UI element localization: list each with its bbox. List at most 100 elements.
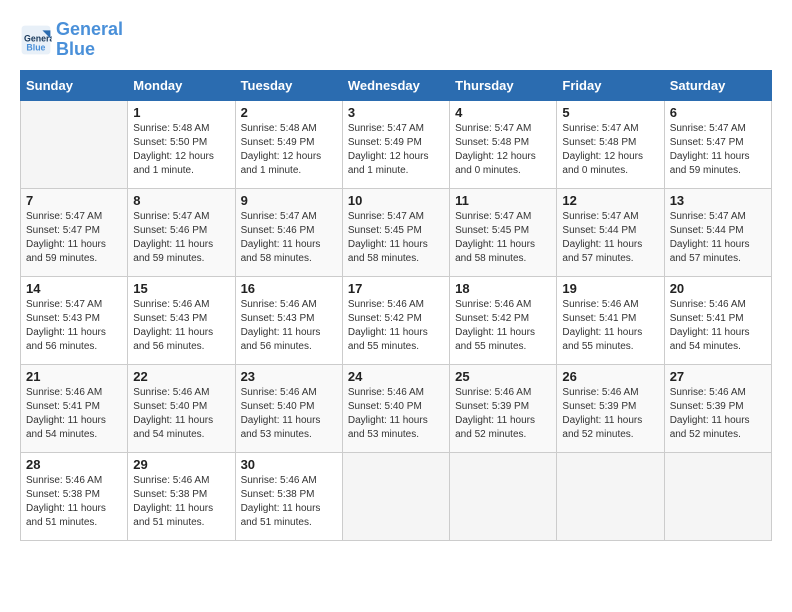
day-info: Sunrise: 5:46 AM Sunset: 5:43 PM Dayligh… bbox=[241, 298, 337, 354]
logo-text: GeneralBlue bbox=[56, 20, 123, 60]
day-number: 22 bbox=[133, 369, 229, 384]
day-number: 12 bbox=[562, 193, 658, 208]
column-header-tuesday: Tuesday bbox=[235, 70, 342, 100]
column-header-monday: Monday bbox=[128, 70, 235, 100]
day-number: 23 bbox=[241, 369, 337, 384]
day-info: Sunrise: 5:47 AM Sunset: 5:47 PM Dayligh… bbox=[670, 122, 766, 178]
day-info: Sunrise: 5:46 AM Sunset: 5:40 PM Dayligh… bbox=[133, 386, 229, 442]
calendar-cell: 18Sunrise: 5:46 AM Sunset: 5:42 PM Dayli… bbox=[450, 276, 557, 364]
calendar-week-2: 7 Sunrise: 5:47 AM Sunset: 5:47 PM Daylig… bbox=[21, 188, 772, 276]
column-header-thursday: Thursday bbox=[450, 70, 557, 100]
day-info: Sunrise: 5:47 AM Sunset: 5:49 PM Dayligh… bbox=[348, 122, 444, 178]
day-number: 24 bbox=[348, 369, 444, 384]
day-info: Sunrise: 5:47 AM Sunset: 5:44 PM Dayligh… bbox=[562, 210, 658, 266]
day-info: Sunrise: 5:46 AM Sunset: 5:38 PM Dayligh… bbox=[26, 474, 122, 530]
calendar-cell bbox=[342, 452, 449, 540]
calendar-cell: 14 Sunrise: 5:47 AM Sunset: 5:43 PM Dayli… bbox=[21, 276, 128, 364]
day-number: 16 bbox=[241, 281, 337, 296]
day-info: Sunrise: 5:47 AM Sunset: 5:45 PM Dayligh… bbox=[455, 210, 551, 266]
calendar-cell: 11 Sunrise: 5:47 AM Sunset: 5:45 PM Dayli… bbox=[450, 188, 557, 276]
calendar-cell: 16 Sunrise: 5:46 AM Sunset: 5:43 PM Dayli… bbox=[235, 276, 342, 364]
day-number: 2 bbox=[241, 105, 337, 120]
calendar-cell bbox=[664, 452, 771, 540]
day-number: 3 bbox=[348, 105, 444, 120]
day-number: 29 bbox=[133, 457, 229, 472]
calendar-cell: 12 Sunrise: 5:47 AM Sunset: 5:44 PM Dayli… bbox=[557, 188, 664, 276]
calendar-cell: 21Sunrise: 5:46 AM Sunset: 5:41 PM Dayli… bbox=[21, 364, 128, 452]
day-info: Sunrise: 5:46 AM Sunset: 5:41 PM Dayligh… bbox=[670, 298, 766, 354]
logo-icon: General Blue bbox=[20, 24, 52, 56]
column-header-wednesday: Wednesday bbox=[342, 70, 449, 100]
day-number: 20 bbox=[670, 281, 766, 296]
calendar-cell: 6Sunrise: 5:47 AM Sunset: 5:47 PM Daylig… bbox=[664, 100, 771, 188]
calendar-cell bbox=[557, 452, 664, 540]
day-info: Sunrise: 5:47 AM Sunset: 5:47 PM Dayligh… bbox=[26, 210, 122, 266]
day-info: Sunrise: 5:47 AM Sunset: 5:43 PM Dayligh… bbox=[26, 298, 122, 354]
calendar-week-4: 21Sunrise: 5:46 AM Sunset: 5:41 PM Dayli… bbox=[21, 364, 772, 452]
day-info: Sunrise: 5:47 AM Sunset: 5:46 PM Dayligh… bbox=[133, 210, 229, 266]
calendar-week-5: 28 Sunrise: 5:46 AM Sunset: 5:38 PM Dayli… bbox=[21, 452, 772, 540]
page-header: General Blue GeneralBlue bbox=[20, 20, 772, 60]
calendar-cell: 1 Sunrise: 5:48 AM Sunset: 5:50 PM Daylig… bbox=[128, 100, 235, 188]
calendar-cell: 28 Sunrise: 5:46 AM Sunset: 5:38 PM Dayli… bbox=[21, 452, 128, 540]
day-info: Sunrise: 5:46 AM Sunset: 5:38 PM Dayligh… bbox=[133, 474, 229, 530]
day-number: 28 bbox=[26, 457, 122, 472]
day-info: Sunrise: 5:46 AM Sunset: 5:38 PM Dayligh… bbox=[241, 474, 337, 530]
calendar-cell: 27 Sunrise: 5:46 AM Sunset: 5:39 PM Dayli… bbox=[664, 364, 771, 452]
day-info: Sunrise: 5:46 AM Sunset: 5:41 PM Dayligh… bbox=[26, 386, 122, 442]
day-info: Sunrise: 5:47 AM Sunset: 5:48 PM Dayligh… bbox=[562, 122, 658, 178]
day-number: 5 bbox=[562, 105, 658, 120]
day-number: 17 bbox=[348, 281, 444, 296]
day-number: 19 bbox=[562, 281, 658, 296]
day-number: 9 bbox=[241, 193, 337, 208]
calendar-cell: 24Sunrise: 5:46 AM Sunset: 5:40 PM Dayli… bbox=[342, 364, 449, 452]
day-number: 14 bbox=[26, 281, 122, 296]
day-info: Sunrise: 5:46 AM Sunset: 5:39 PM Dayligh… bbox=[670, 386, 766, 442]
calendar-cell: 20 Sunrise: 5:46 AM Sunset: 5:41 PM Dayli… bbox=[664, 276, 771, 364]
day-info: Sunrise: 5:48 AM Sunset: 5:49 PM Dayligh… bbox=[241, 122, 337, 178]
day-info: Sunrise: 5:48 AM Sunset: 5:50 PM Dayligh… bbox=[133, 122, 229, 178]
calendar-cell: 9 Sunrise: 5:47 AM Sunset: 5:46 PM Daylig… bbox=[235, 188, 342, 276]
calendar-cell: 30 Sunrise: 5:46 AM Sunset: 5:38 PM Dayli… bbox=[235, 452, 342, 540]
calendar-cell: 15Sunrise: 5:46 AM Sunset: 5:43 PM Dayli… bbox=[128, 276, 235, 364]
day-number: 7 bbox=[26, 193, 122, 208]
day-info: Sunrise: 5:46 AM Sunset: 5:40 PM Dayligh… bbox=[241, 386, 337, 442]
calendar-cell: 3 Sunrise: 5:47 AM Sunset: 5:49 PM Daylig… bbox=[342, 100, 449, 188]
column-header-saturday: Saturday bbox=[664, 70, 771, 100]
calendar-cell: 8 Sunrise: 5:47 AM Sunset: 5:46 PM Daylig… bbox=[128, 188, 235, 276]
column-header-sunday: Sunday bbox=[21, 70, 128, 100]
day-number: 8 bbox=[133, 193, 229, 208]
day-number: 1 bbox=[133, 105, 229, 120]
header-row: SundayMondayTuesdayWednesdayThursdayFrid… bbox=[21, 70, 772, 100]
calendar-cell: 22 Sunrise: 5:46 AM Sunset: 5:40 PM Dayli… bbox=[128, 364, 235, 452]
day-info: Sunrise: 5:47 AM Sunset: 5:46 PM Dayligh… bbox=[241, 210, 337, 266]
calendar-week-1: 1 Sunrise: 5:48 AM Sunset: 5:50 PM Daylig… bbox=[21, 100, 772, 188]
calendar-cell bbox=[450, 452, 557, 540]
day-number: 30 bbox=[241, 457, 337, 472]
calendar-week-3: 14 Sunrise: 5:47 AM Sunset: 5:43 PM Dayli… bbox=[21, 276, 772, 364]
day-number: 11 bbox=[455, 193, 551, 208]
day-info: Sunrise: 5:46 AM Sunset: 5:43 PM Dayligh… bbox=[133, 298, 229, 354]
calendar-table: SundayMondayTuesdayWednesdayThursdayFrid… bbox=[20, 70, 772, 541]
day-info: Sunrise: 5:46 AM Sunset: 5:39 PM Dayligh… bbox=[455, 386, 551, 442]
day-number: 13 bbox=[670, 193, 766, 208]
calendar-cell: 7 Sunrise: 5:47 AM Sunset: 5:47 PM Daylig… bbox=[21, 188, 128, 276]
logo: General Blue GeneralBlue bbox=[20, 20, 123, 60]
day-info: Sunrise: 5:46 AM Sunset: 5:39 PM Dayligh… bbox=[562, 386, 658, 442]
calendar-cell: 19Sunrise: 5:46 AM Sunset: 5:41 PM Dayli… bbox=[557, 276, 664, 364]
day-info: Sunrise: 5:47 AM Sunset: 5:48 PM Dayligh… bbox=[455, 122, 551, 178]
day-number: 4 bbox=[455, 105, 551, 120]
calendar-cell: 26Sunrise: 5:46 AM Sunset: 5:39 PM Dayli… bbox=[557, 364, 664, 452]
calendar-cell: 29 Sunrise: 5:46 AM Sunset: 5:38 PM Dayli… bbox=[128, 452, 235, 540]
svg-text:Blue: Blue bbox=[26, 42, 45, 52]
column-header-friday: Friday bbox=[557, 70, 664, 100]
calendar-cell: 13 Sunrise: 5:47 AM Sunset: 5:44 PM Dayli… bbox=[664, 188, 771, 276]
calendar-cell: 17Sunrise: 5:46 AM Sunset: 5:42 PM Dayli… bbox=[342, 276, 449, 364]
day-info: Sunrise: 5:47 AM Sunset: 5:45 PM Dayligh… bbox=[348, 210, 444, 266]
day-number: 27 bbox=[670, 369, 766, 384]
day-info: Sunrise: 5:47 AM Sunset: 5:44 PM Dayligh… bbox=[670, 210, 766, 266]
day-info: Sunrise: 5:46 AM Sunset: 5:42 PM Dayligh… bbox=[455, 298, 551, 354]
calendar-cell: 5 Sunrise: 5:47 AM Sunset: 5:48 PM Daylig… bbox=[557, 100, 664, 188]
calendar-cell: 2 Sunrise: 5:48 AM Sunset: 5:49 PM Daylig… bbox=[235, 100, 342, 188]
calendar-cell: 4 Sunrise: 5:47 AM Sunset: 5:48 PM Daylig… bbox=[450, 100, 557, 188]
